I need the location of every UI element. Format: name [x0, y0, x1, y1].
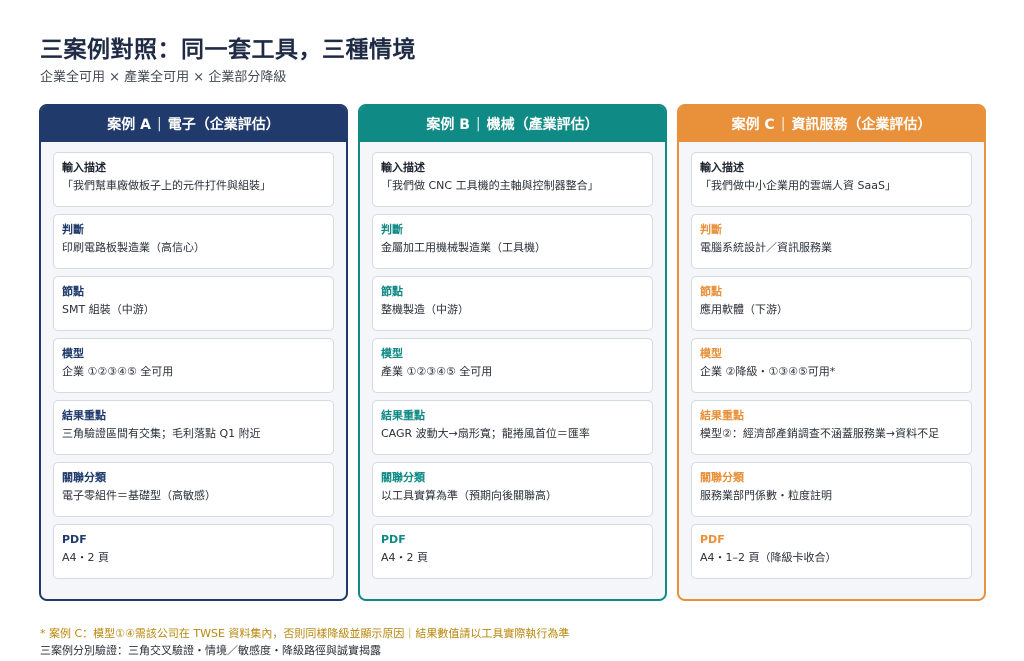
case-c-card-pdf: PDF A4・1–2 頁（降級卡收合） [691, 524, 972, 579]
card-value: CAGR 波動大→扇形寬；龍捲風首位＝匯率 [381, 427, 590, 440]
card-label: 模型 [381, 347, 403, 360]
card-label: 節點 [381, 285, 403, 298]
case-b-column: 案例 B | 機械（產業評估） 輸入描述 「我們做 CNC 工具機的主軸與控制器… [358, 104, 667, 601]
card-label: PDF [62, 533, 87, 546]
case-c-header-separator: | [780, 116, 786, 132]
case-b-card-pdf: PDF A4・2 頁 [372, 524, 653, 579]
case-b-card-model: 模型 產業 ①②③④⑤ 全可用 [372, 338, 653, 393]
card-value: A4・2 頁 [62, 551, 110, 564]
card-label: 判斷 [381, 223, 403, 236]
card-value: 整機製造（中游） [381, 303, 469, 316]
page-subtitle: 企業全可用 × 產業全可用 × 企業部分降級 [40, 70, 287, 85]
card-value: 金屬加工用機械製造業（工具機） [381, 241, 546, 254]
card-label: 輸入描述 [62, 161, 106, 174]
case-c-header-name: 案例 C [731, 117, 775, 133]
case-a-header-separator: | [157, 116, 162, 132]
card-label: 輸入描述 [381, 161, 425, 174]
case-b-card-input: 輸入描述 「我們做 CNC 工具機的主軸與控制器整合」 [372, 152, 653, 207]
card-label: 關聯分類 [381, 471, 425, 484]
case-b-card-results: 結果重點 CAGR 波動大→扇形寬；龍捲風首位＝匯率 [372, 400, 653, 455]
card-value: A4・2 頁 [381, 551, 429, 564]
card-value: A4・1–2 頁（降級卡收合） [700, 551, 837, 564]
case-c-card-model: 模型 企業 ②降級・①③④⑤可用* [691, 338, 972, 393]
card-value: 企業 ①②③④⑤ 全可用 [62, 365, 174, 378]
card-label: 關聯分類 [62, 471, 106, 484]
card-label: 結果重點 [62, 409, 106, 422]
card-label: 結果重點 [700, 409, 744, 422]
case-b-header-separator: | [475, 116, 481, 132]
card-value: 印刷電路板製造業（高信心） [62, 241, 205, 254]
case-c-header-domain: 資訊服務（企業評估） [791, 117, 932, 133]
card-value: 應用軟體（下游） [700, 303, 788, 316]
case-c-card-linkage: 關聯分類 服務業部門係數・粒度註明 [691, 462, 972, 517]
card-value: 電腦系統設計／資訊服務業 [700, 241, 832, 254]
footer-summary: 三案例分別驗證：三角交叉驗證・情境／敏感度・降級路徑與誠實揭露 [40, 644, 381, 657]
case-b-card-judgment: 判斷 金屬加工用機械製造業（工具機） [372, 214, 653, 269]
card-value: 以工具實算為準（預期向後關聯高） [381, 489, 557, 502]
case-c-card-input: 輸入描述 「我們做中小企業用的雲端人資 SaaS」 [691, 152, 972, 207]
card-value: 三角驗證區間有交集；毛利落點 Q1 附近 [62, 427, 261, 440]
card-value: 服務業部門係數・粒度註明 [700, 489, 832, 502]
card-value: 電子零組件＝基礎型（高敏感） [62, 489, 216, 502]
card-label: 節點 [700, 285, 722, 298]
card-value: 「我們做 CNC 工具機的主軸與控制器整合」 [381, 179, 599, 192]
card-label: 節點 [62, 285, 84, 298]
case-b-card-node: 節點 整機製造（中游） [372, 276, 653, 331]
footnote: * 案例 C：模型①④需該公司在 TWSE 資料集內，否則同樣降級並顯示原因｜結… [40, 627, 570, 640]
case-c-column: 案例 C | 資訊服務（企業評估） 輸入描述 「我們做中小企業用的雲端人資 Sa… [677, 104, 986, 601]
case-a-card-input: 輸入描述 「我們幫車廠做板子上的元件打件與組裝」 [53, 152, 334, 207]
card-label: PDF [700, 533, 725, 546]
case-a-header-name: 案例 A [107, 117, 151, 133]
card-label: 模型 [62, 347, 84, 360]
case-b-header: 案例 B | 機械（產業評估） [360, 106, 665, 142]
case-a-card-node: 節點 SMT 組裝（中游） [53, 276, 334, 331]
card-value: 「我們幫車廠做板子上的元件打件與組裝」 [62, 179, 271, 192]
case-a-column: 案例 A | 電子（企業評估） 輸入描述 「我們幫車廠做板子上的元件打件與組裝」… [39, 104, 348, 601]
card-label: 判斷 [700, 223, 722, 236]
card-label: 結果重點 [381, 409, 425, 422]
card-label: 輸入描述 [700, 161, 744, 174]
case-a-card-judgment: 判斷 印刷電路板製造業（高信心） [53, 214, 334, 269]
case-a-header-domain: 電子（企業評估） [167, 117, 280, 133]
case-b-header-name: 案例 B [426, 117, 470, 133]
case-a-card-model: 模型 企業 ①②③④⑤ 全可用 [53, 338, 334, 393]
card-label: 模型 [700, 347, 722, 360]
case-b-card-linkage: 關聯分類 以工具實算為準（預期向後關聯高） [372, 462, 653, 517]
card-value: 模型②：經濟部產銷調查不涵蓋服務業→資料不足 [700, 427, 940, 440]
card-value: 「我們做中小企業用的雲端人資 SaaS」 [700, 179, 896, 192]
case-a-card-linkage: 關聯分類 電子零組件＝基礎型（高敏感） [53, 462, 334, 517]
page-title: 三案例對照：同一套工具，三種情境 [40, 37, 416, 63]
card-value: 產業 ①②③④⑤ 全可用 [381, 365, 493, 378]
card-value: SMT 組裝（中游） [62, 303, 155, 316]
case-c-card-node: 節點 應用軟體（下游） [691, 276, 972, 331]
case-b-header-domain: 機械（產業評估） [486, 117, 599, 133]
case-c-header: 案例 C | 資訊服務（企業評估） [679, 106, 984, 142]
case-c-card-results: 結果重點 模型②：經濟部產銷調查不涵蓋服務業→資料不足 [691, 400, 972, 455]
card-label: PDF [381, 533, 406, 546]
card-value: 企業 ②降級・①③④⑤可用* [700, 365, 836, 378]
case-a-card-results: 結果重點 三角驗證區間有交集；毛利落點 Q1 附近 [53, 400, 334, 455]
case-c-card-judgment: 判斷 電腦系統設計／資訊服務業 [691, 214, 972, 269]
case-a-header: 案例 A | 電子（企業評估） [41, 106, 346, 142]
case-a-card-pdf: PDF A4・2 頁 [53, 524, 334, 579]
card-label: 判斷 [62, 223, 84, 236]
card-label: 關聯分類 [700, 471, 744, 484]
